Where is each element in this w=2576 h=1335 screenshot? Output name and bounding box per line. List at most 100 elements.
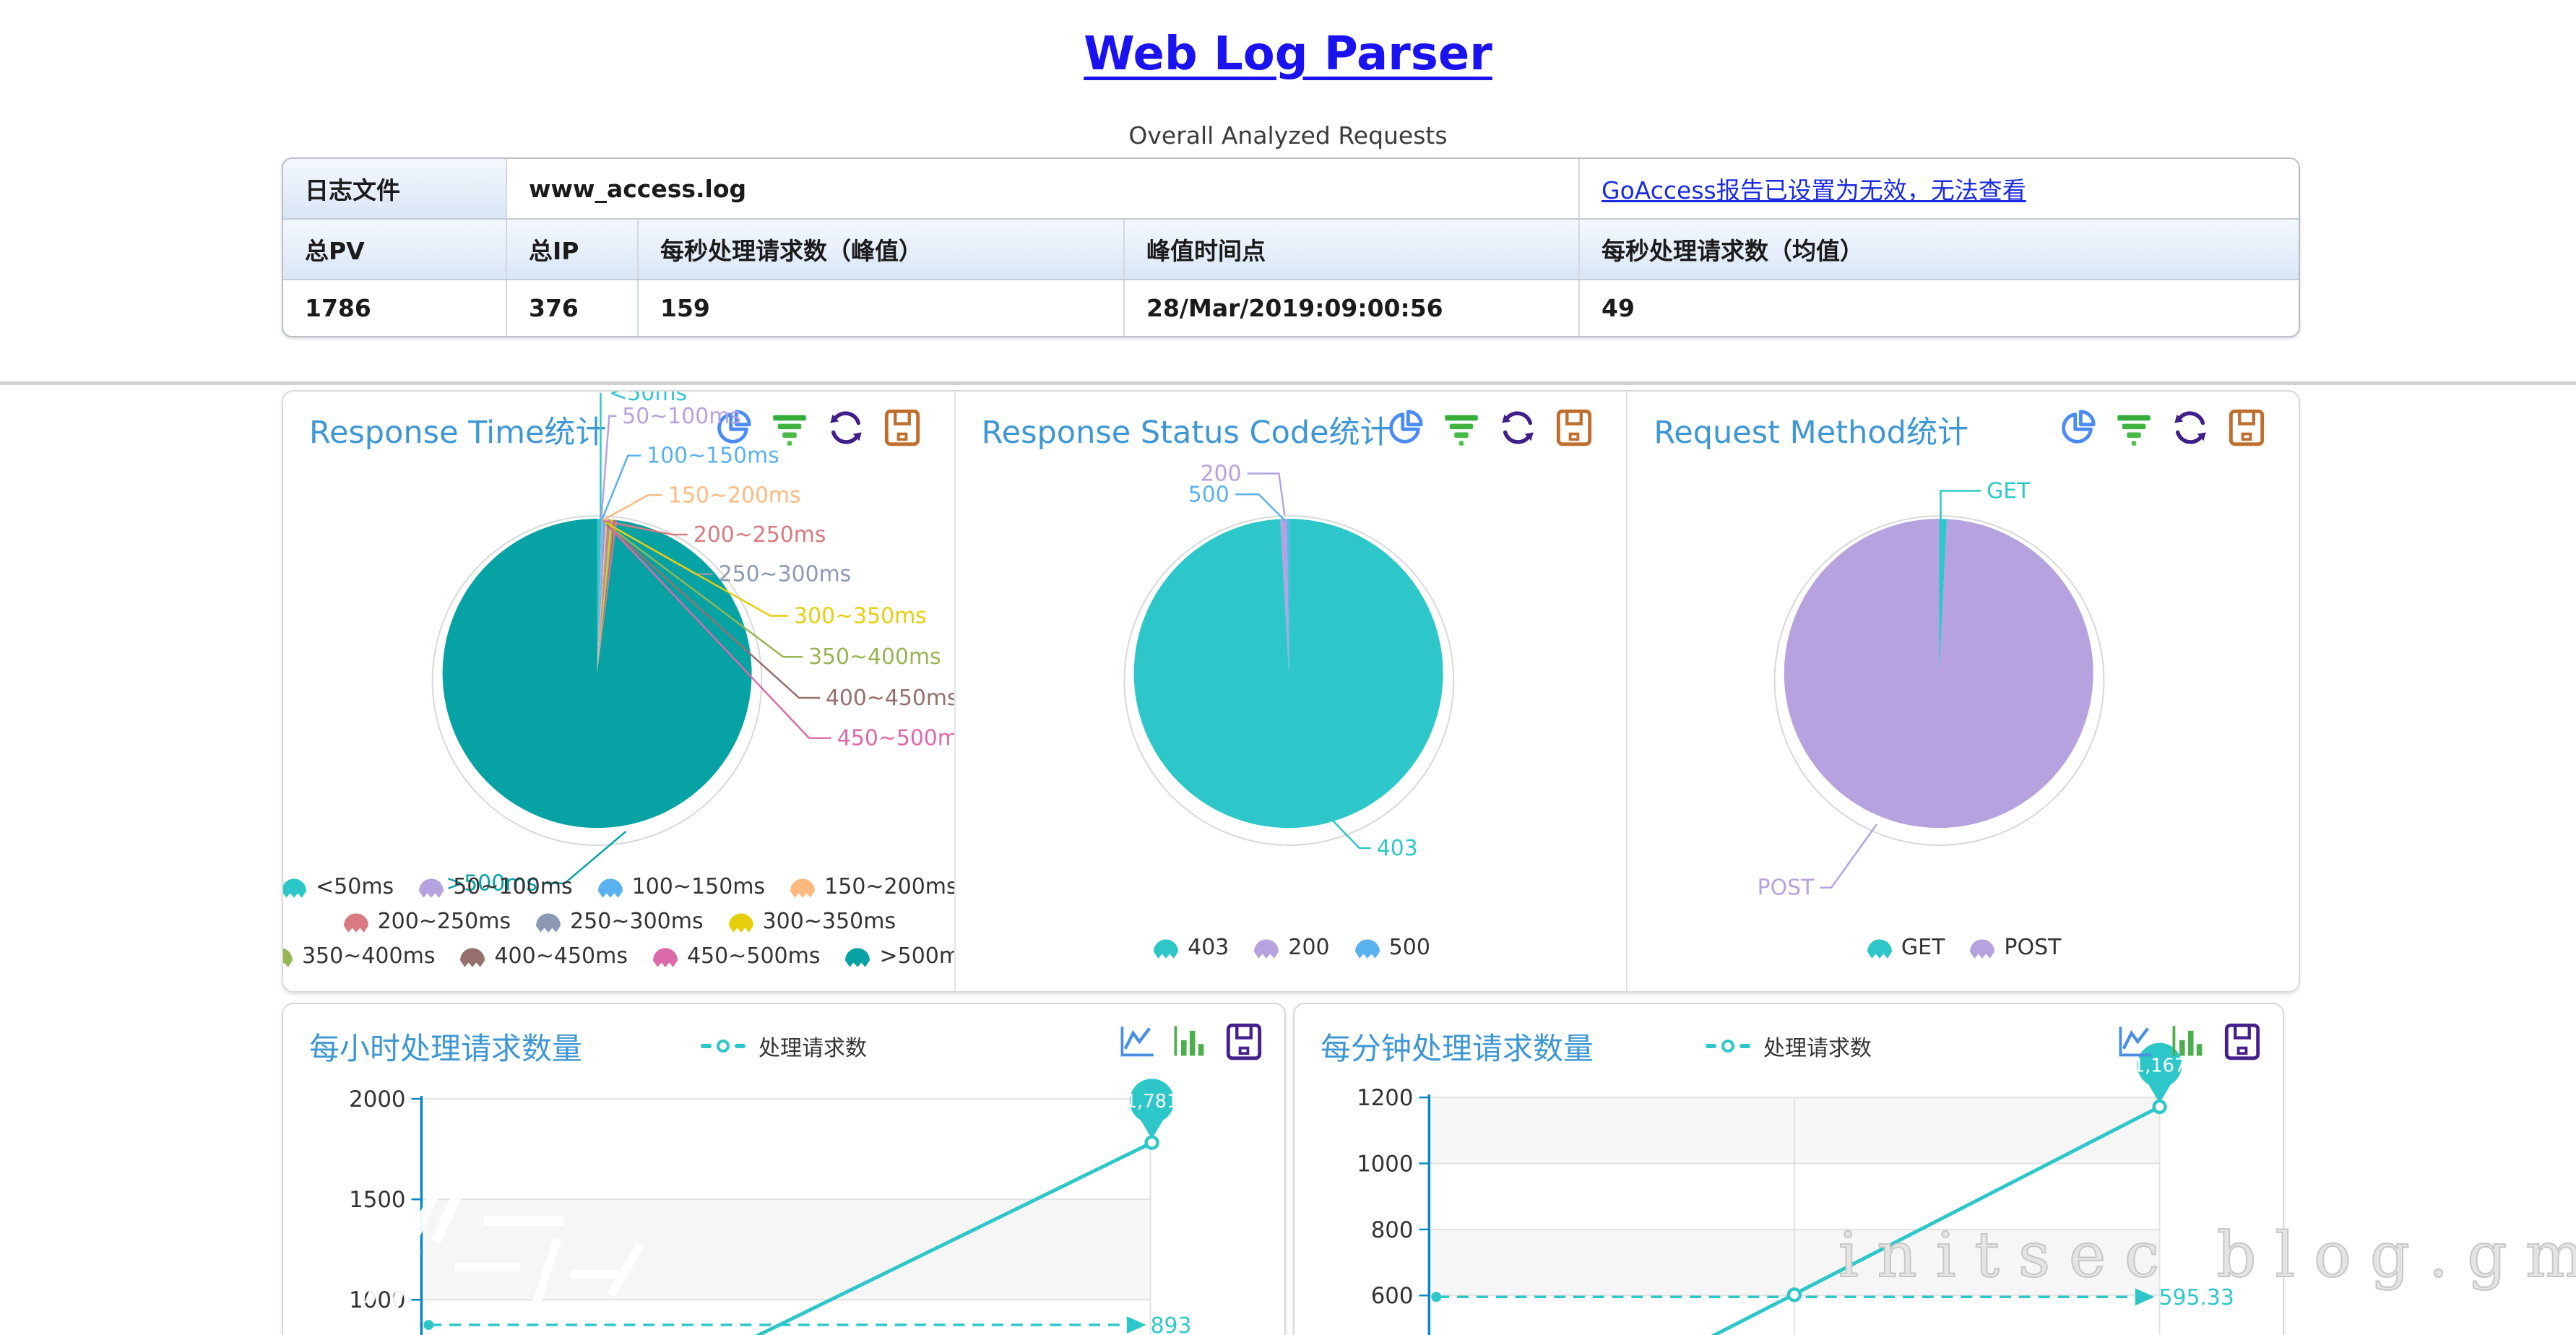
average-line-label: 595.33: [2159, 1285, 2234, 1310]
line-series-icon: [1706, 1038, 1753, 1054]
legend-label: 400~450ms: [494, 943, 628, 969]
value-total-pv: 1786: [283, 280, 506, 336]
legend-item-250~300ms[interactable]: 250~300ms: [534, 909, 704, 934]
legend-item->500ms[interactable]: >500ms: [843, 943, 954, 969]
legend-item-350~400ms[interactable]: 350~400ms: [283, 943, 435, 969]
legend-label: 50~100ms: [453, 874, 572, 899]
summary-table: 日志文件 www_access.log GoAccess报告已设置为无效，无法查…: [282, 157, 2300, 337]
y-axis-tick-label: 2000: [349, 1086, 405, 1112]
legend-item-<50ms[interactable]: <50ms: [283, 874, 394, 899]
legend-label: 200: [1288, 935, 1329, 960]
legend-swatch: [596, 875, 625, 899]
legend-label: 403: [1188, 935, 1229, 960]
page-title-link[interactable]: Web Log Parser: [1084, 27, 1492, 81]
legend-label: 450~500ms: [687, 943, 821, 969]
legend-item-100~150ms[interactable]: 100~150ms: [596, 874, 766, 899]
legend-label: 500: [1389, 935, 1430, 960]
section-divider: [0, 381, 2576, 385]
legend-item-200[interactable]: 200: [1252, 935, 1329, 960]
response-time-panel: Response Time统计 <50ms 50~100ms 100~150ms…: [283, 392, 954, 991]
legend-label: 250~300ms: [570, 909, 704, 934]
page-subtitle: Overall Analyzed Requests: [0, 121, 2576, 150]
table-header-row: 总PV 总IP 每秒处理请求数（峰值） 峰值时间点 每秒处理请求数（均值）: [283, 218, 2299, 279]
value-peak-time: 28/Mar/2019:09:00:56: [1123, 280, 1578, 336]
legend-label: 150~200ms: [824, 874, 954, 899]
pie-callout: 50~100ms: [622, 404, 741, 429]
legend-label: >500ms: [879, 943, 954, 969]
toolbox: [1118, 1023, 1263, 1060]
legend-label: <50ms: [316, 874, 394, 899]
legend-item-403[interactable]: 403: [1151, 935, 1229, 960]
legend-swatch: [727, 910, 756, 934]
legend-item-400~450ms[interactable]: 400~450ms: [458, 943, 628, 969]
average-line-label: 893: [1151, 1313, 1192, 1335]
pie-legend: <50ms 50~100ms 100~150ms 150~200ms 200~250ms…: [283, 874, 954, 969]
legend-item-200~250ms[interactable]: 200~250ms: [342, 909, 511, 934]
legend-swatch: [1865, 936, 1894, 960]
legend-swatch: [1252, 936, 1281, 960]
y-axis-tick-label: 1500: [349, 1187, 405, 1213]
legend-item-300~350ms[interactable]: 300~350ms: [727, 909, 896, 934]
goaccess-link[interactable]: GoAccess报告已设置为无效，无法查看: [1602, 171, 2026, 206]
legend-item-450~500ms[interactable]: 450~500ms: [651, 943, 821, 969]
legend-swatch: [283, 944, 295, 969]
legend-label: GET: [1901, 935, 1945, 960]
legend-swatch: [458, 944, 487, 969]
header-peak-time: 峰值时间点: [1123, 220, 1578, 279]
header-avg-rps: 每秒处理请求数（均值）: [1578, 220, 2299, 279]
save-image-icon[interactable]: [2223, 1023, 2261, 1060]
table-value-row: 1786 376 159 28/Mar/2019:09:00:56 49: [283, 279, 2299, 336]
page-title: Web Log Parser: [0, 27, 2576, 81]
legend-swatch: [651, 944, 680, 969]
line-type-icon[interactable]: [1118, 1023, 1156, 1060]
legend-label: POST: [2004, 935, 2061, 960]
legend-swatch: [417, 875, 446, 899]
legend-swatch: [1151, 936, 1180, 960]
y-axis-tick-label: 1200: [1357, 1085, 1413, 1111]
header-peak-rps: 每秒处理请求数（峰值）: [637, 220, 1123, 279]
request-method-panel: Request Method统计 GET POST GETPOST: [1626, 392, 2299, 991]
pie-callout: 403: [1376, 836, 1417, 861]
legend-item-150~200ms[interactable]: 150~200ms: [788, 874, 954, 899]
legend-item-50~100ms[interactable]: 50~100ms: [417, 874, 572, 899]
legend-label: 100~150ms: [632, 874, 766, 899]
line-series-icon: [701, 1038, 748, 1054]
line-type-icon[interactable]: [2117, 1023, 2154, 1060]
legend-label: 200~250ms: [378, 909, 511, 934]
pie-callout: GET: [1987, 478, 2031, 504]
pie-legend: GET POST: [1628, 935, 2299, 960]
line-series-label: 处理请求数: [758, 1030, 867, 1062]
value-total-ip: 376: [506, 280, 637, 336]
pie-callout: 400~450ms: [826, 686, 954, 711]
bar-type-icon[interactable]: [1172, 1023, 1209, 1060]
legend-swatch: [788, 875, 817, 899]
pie-callout: 300~350ms: [794, 603, 927, 628]
save-image-icon[interactable]: [1225, 1023, 1263, 1060]
legend-item-500[interactable]: 500: [1353, 935, 1430, 960]
pie-legend: 403 200 500: [956, 935, 1627, 960]
legend-swatch: [342, 910, 371, 934]
legend-swatch: [283, 875, 308, 899]
request-method-pie[interactable]: GET POST: [1628, 392, 2299, 991]
pie-callout: 200~250ms: [693, 522, 826, 548]
web-log-parser-page: Web Log Parser Overall Analyzed Requests…: [0, 0, 2576, 1335]
bar-type-icon[interactable]: [2170, 1023, 2208, 1060]
hourly-chart-card: 8931,781200015001000 每小时处理请求数量 处理请求数: [282, 1003, 1286, 1335]
y-axis-tick-label: 600: [1371, 1283, 1414, 1309]
pie-callout: 100~150ms: [647, 444, 779, 469]
pie-charts-card: Response Time统计 <50ms 50~100ms 100~150ms…: [282, 390, 2300, 993]
max-point-label: 1,781: [1125, 1091, 1179, 1112]
legend-label: 350~400ms: [302, 943, 436, 969]
minute-chart-card: 595.331,16712001000800600 每分钟处理请求数量 处理请求…: [1293, 1003, 2284, 1335]
line-series-label: 处理请求数: [1763, 1030, 1872, 1062]
pie-callout: 150~200ms: [668, 483, 801, 508]
logfile-label: 日志文件: [283, 159, 506, 218]
legend-swatch: [1353, 936, 1382, 960]
pie-callout: 450~500ms: [837, 726, 954, 751]
legend-item-GET[interactable]: GET: [1865, 935, 1945, 960]
status-code-pie[interactable]: 200 500 403: [956, 392, 1627, 991]
logfile-value: www_access.log: [506, 159, 1578, 218]
legend-item-POST[interactable]: POST: [1968, 935, 2061, 960]
header-total-pv: 总PV: [283, 220, 506, 279]
y-axis-tick-label: 1000: [349, 1287, 405, 1313]
